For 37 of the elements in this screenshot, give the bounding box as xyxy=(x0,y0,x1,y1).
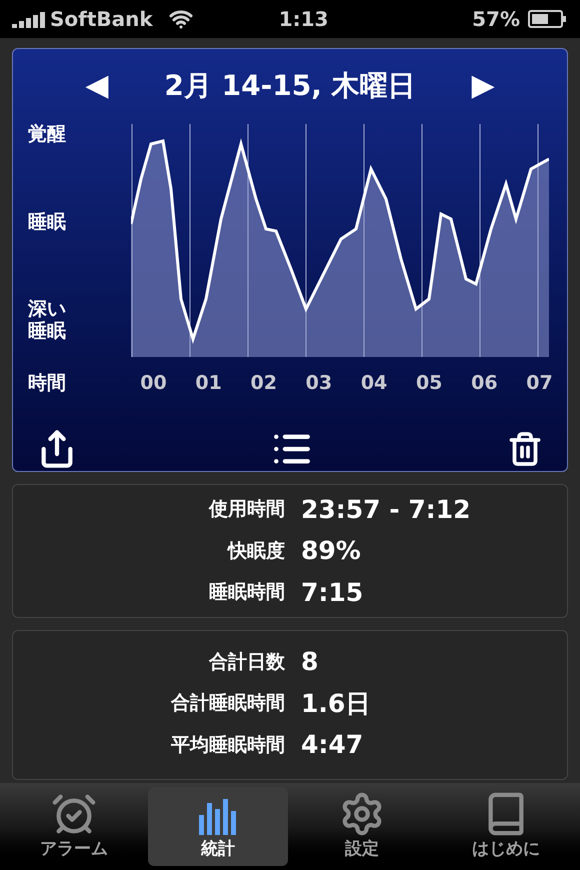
stat-label: 合計日数 xyxy=(208,650,285,674)
tab[interactable]: 統計 xyxy=(148,787,288,866)
stat-label: 睡眠時間 xyxy=(208,580,285,606)
stat-value: 7:15 xyxy=(301,576,364,609)
trash-icon[interactable] xyxy=(507,430,543,466)
axis-label: 覚醒 xyxy=(28,124,67,146)
tab[interactable]: 設定 xyxy=(292,787,432,866)
date-title: 2月 14-15, 木曜日 xyxy=(163,68,417,104)
stat-label: 平均睡眠時間 xyxy=(170,732,285,758)
axis-label: 睡眠 xyxy=(28,212,67,234)
hour-label: 01 xyxy=(194,371,223,396)
stat-value: 8 xyxy=(301,646,320,678)
hour-label: 02 xyxy=(250,371,278,396)
hour-label: 06 xyxy=(470,371,499,396)
next-day-button[interactable]: ▶ xyxy=(472,63,495,108)
stat-value: 1.6日 xyxy=(301,688,372,720)
clock: 1:13 xyxy=(278,6,328,33)
stat-label: 快眠度 xyxy=(226,538,285,564)
hour-label: 03 xyxy=(304,371,334,396)
stat-value: 4:47 xyxy=(301,729,364,761)
axis-label: 時間 xyxy=(27,371,67,396)
stat-value: 89% xyxy=(301,535,362,568)
hour-label: 04 xyxy=(360,371,388,396)
carrier-name: SoftBank xyxy=(50,6,153,33)
axis-label: 深い睡眠 xyxy=(28,299,67,343)
tab[interactable]: はじめに xyxy=(436,787,576,866)
stat-value: 23:57 - 7:12 xyxy=(301,494,472,526)
hour-label: 00 xyxy=(139,371,168,396)
stat-label: 合計睡眠時間 xyxy=(170,691,285,716)
tab[interactable]: アラーム xyxy=(4,787,144,866)
hour-label: 05 xyxy=(414,371,444,396)
signal-icon xyxy=(12,10,46,28)
battery-percent: 57% xyxy=(472,6,520,33)
battery-icon xyxy=(528,9,568,29)
hour-label: 07 xyxy=(525,371,554,396)
previous-day-button[interactable]: ◀ xyxy=(85,63,108,108)
stat-label: 使用時間 xyxy=(208,497,285,522)
